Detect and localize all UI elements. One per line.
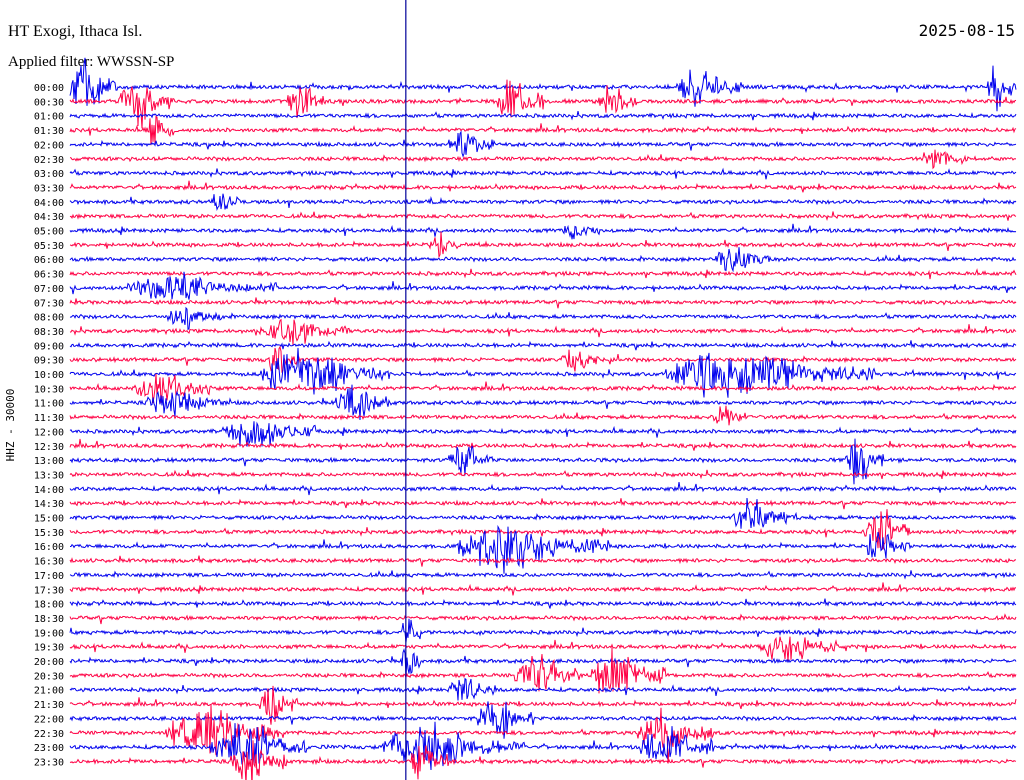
trace-row [69, 648, 1017, 694]
trace-row [69, 613, 1017, 625]
time-label: 14:30 [34, 499, 64, 510]
plot-date: 2025-08-15 [919, 21, 1015, 40]
time-label: 02:00 [34, 140, 64, 151]
time-label: 20:30 [34, 671, 64, 682]
trace-row [69, 297, 1017, 309]
time-label: 09:30 [34, 356, 64, 367]
time-label: 11:00 [34, 399, 64, 410]
time-label: 19:30 [34, 643, 64, 654]
time-label: 07:30 [34, 298, 64, 309]
trace-row [69, 347, 1017, 398]
time-label: 15:30 [34, 528, 64, 539]
time-label: 03:30 [34, 183, 64, 194]
trace-row [69, 570, 1017, 580]
trace-row [69, 247, 1017, 273]
time-label: 06:00 [34, 255, 64, 266]
time-label: 05:30 [34, 241, 64, 252]
time-label: 05:00 [34, 227, 64, 238]
trace-row [69, 582, 1017, 596]
trace-row [69, 149, 1017, 170]
time-label: 01:30 [34, 126, 64, 137]
time-label: 18:00 [34, 600, 64, 611]
trace-row [69, 130, 1017, 158]
time-label: 01:00 [34, 112, 64, 123]
trace-row [69, 223, 1017, 240]
time-label: 13:30 [34, 470, 64, 481]
trace-row [69, 115, 1017, 146]
trace-row [69, 598, 1017, 609]
time-label: 13:00 [34, 456, 64, 467]
time-label: 19:00 [34, 628, 64, 639]
trace-row [69, 618, 1017, 643]
time-label: 02:30 [34, 155, 64, 166]
trace-row [69, 306, 1017, 331]
trace-row [69, 231, 1017, 259]
trace-row [69, 469, 1017, 480]
trace-row [69, 271, 1017, 300]
trace-row [69, 498, 1017, 510]
time-label: 20:00 [34, 657, 64, 668]
trace-row [69, 167, 1017, 180]
time-label: 00:30 [34, 97, 64, 108]
time-label: 12:30 [34, 442, 64, 453]
time-label: 14:00 [34, 485, 64, 496]
time-label: 17:00 [34, 571, 64, 582]
time-label: 06:30 [34, 270, 64, 281]
time-label: 11:30 [34, 413, 64, 424]
trace-row [69, 677, 1017, 701]
seismic-traces [69, 57, 1017, 780]
trace-row [69, 482, 1017, 496]
trace-row [69, 340, 1017, 351]
filter-label: Applied filter: WWSSN-SP [8, 54, 174, 70]
trace-row [69, 405, 1017, 426]
time-label: 08:30 [34, 327, 64, 338]
helicorder-plot: HT Exogi, Ithaca Isl. 2025-08-15 Applied… [4, 0, 1017, 780]
trace-row [69, 704, 1017, 763]
time-label: 03:00 [34, 169, 64, 180]
trace-row [69, 373, 1017, 404]
time-label: 10:30 [34, 384, 64, 395]
time-label: 23:30 [34, 757, 64, 768]
time-label: 16:00 [34, 542, 64, 553]
trace-row [69, 211, 1017, 221]
time-label: 18:30 [34, 614, 64, 625]
trace-row [69, 555, 1017, 567]
time-label: 16:30 [34, 557, 64, 568]
trace-row [69, 318, 1017, 346]
channel-label: HHZ - 30000 [4, 389, 17, 462]
time-label: 21:00 [34, 686, 64, 697]
time-label: 15:00 [34, 514, 64, 525]
time-label: 22:00 [34, 714, 64, 725]
trace-row [69, 180, 1017, 193]
trace-row [69, 193, 1017, 211]
trace-row [69, 509, 1017, 550]
time-label: 07:00 [34, 284, 64, 295]
trace-row [69, 268, 1017, 280]
trace-row [69, 438, 1017, 451]
time-label: 08:00 [34, 313, 64, 324]
trace-row [69, 636, 1017, 661]
station-title: HT Exogi, Ithaca Isl. [8, 23, 142, 40]
time-label: 17:30 [34, 585, 64, 596]
time-label: 23:00 [34, 743, 64, 754]
time-label: 10:00 [34, 370, 64, 381]
time-label: 12:00 [34, 427, 64, 438]
trace-row [69, 110, 1017, 121]
time-label: 22:30 [34, 729, 64, 740]
trace-row [69, 421, 1017, 447]
time-label: 04:00 [34, 198, 64, 209]
time-label: 04:30 [34, 212, 64, 223]
time-labels: 00:00 00:30 01:00 01:30 02:00 02:30 03:00 03:30… [34, 83, 64, 768]
time-label: 21:30 [34, 700, 64, 711]
time-label: 00:00 [34, 83, 64, 94]
time-label: 09:00 [34, 341, 64, 352]
